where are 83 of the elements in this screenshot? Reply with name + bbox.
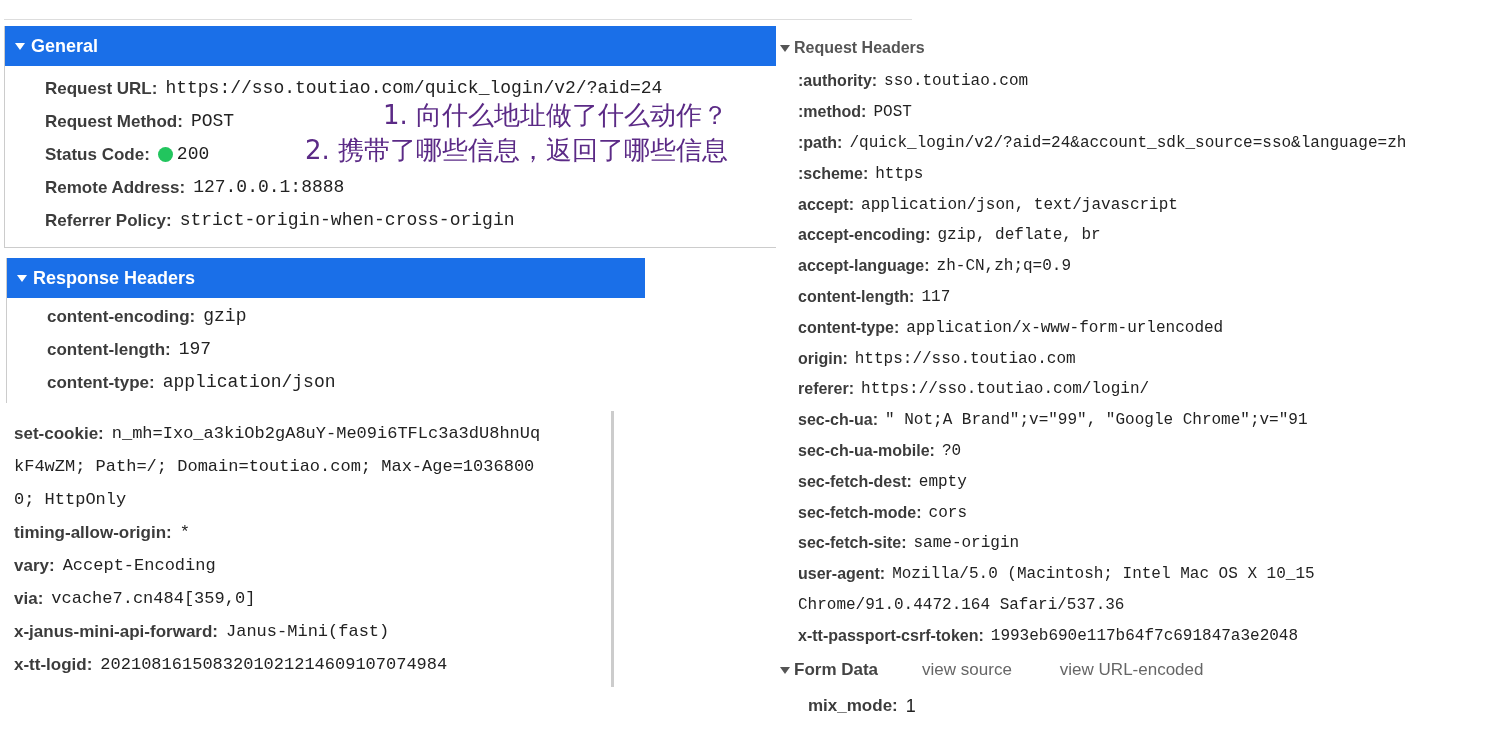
- header-value: ?0: [941, 440, 962, 462]
- header-value: 1993eb690e117b64f7c691847a3e2048: [990, 625, 1299, 647]
- header-name: :scheme:: [798, 163, 869, 184]
- annotation-text: 2. 携带了哪些信息，返回了哪些信息: [305, 134, 729, 167]
- header-name: content-type:: [47, 371, 155, 394]
- header-value: *: [179, 521, 190, 544]
- section-title: Form Data: [794, 659, 879, 682]
- header-name: sec-fetch-mode:: [798, 502, 922, 523]
- header-value: Accept-Encoding: [62, 554, 216, 577]
- header-name: :method:: [798, 102, 867, 123]
- header-name: set-cookie:: [14, 422, 104, 445]
- header-value: cors: [928, 502, 967, 524]
- header-value: 0; HttpOnly: [14, 488, 127, 511]
- section-header-bar[interactable]: Response Headers: [7, 258, 645, 298]
- header-value: sso.toutiao.com: [884, 71, 1029, 93]
- header-value: empty: [918, 471, 967, 493]
- header-value: 127.0.0.1:8888: [193, 176, 345, 199]
- annotation-text: 1. 向什么地址做了什么动作？: [383, 99, 729, 132]
- header-name: sec-fetch-dest:: [798, 471, 912, 492]
- header-value: application/x-www-form-urlencoded: [906, 317, 1224, 339]
- header-value: POST: [873, 102, 912, 124]
- expanded-triangle-icon[interactable]: [15, 41, 25, 51]
- header-value: POST: [190, 110, 235, 133]
- view-link[interactable]: view URL-encoded: [1059, 657, 1204, 683]
- header-value: Janus-Mini(fast): [226, 620, 390, 643]
- header-value: 2021081615083201021214609107074984: [100, 653, 448, 676]
- header-value: Chrome/91.0.4472.164 Safari/537.36: [798, 594, 1125, 616]
- header-value: https://sso.toutiao.com/login/: [861, 379, 1150, 401]
- header-value: https://sso.toutiao.com: [854, 348, 1076, 370]
- header-name: accept:: [798, 194, 855, 215]
- header-name: :path:: [798, 133, 843, 153]
- header-name: x-janus-mini-api-forward:: [14, 620, 218, 643]
- header-name: x-tt-logid:: [14, 653, 93, 676]
- header-name: content-length:: [798, 286, 915, 307]
- header-value: 1: [905, 694, 916, 718]
- section-title: Request Headers: [794, 38, 925, 58]
- header-value: n_mh=Ixo_a3kiOb2gA8uY-Me09i6TFLc3a3dU8hnUq: [111, 422, 541, 445]
- header-name: origin:: [798, 348, 848, 369]
- header-name: user-agent:: [798, 564, 886, 585]
- header-name: Remote Address:: [45, 176, 186, 199]
- header-name: content-length:: [47, 338, 171, 361]
- header-value: https: [875, 163, 924, 185]
- header-name: Request URL:: [45, 77, 158, 100]
- header-value: 200: [176, 143, 210, 166]
- header-value: 117: [921, 286, 951, 308]
- header-name: Referrer Policy:: [45, 209, 172, 232]
- header-value: 197: [178, 338, 212, 361]
- header-value: same-origin: [913, 533, 1020, 555]
- header-value: vcache7.cn484[359,0]: [51, 587, 256, 610]
- header-name: vary:: [14, 554, 55, 577]
- section-title: General: [31, 34, 99, 58]
- view-link[interactable]: view source: [922, 657, 1012, 683]
- header-name: referer:: [798, 379, 855, 400]
- header-value: strict-origin-when-cross-origin: [179, 209, 515, 232]
- header-name: accept-language:: [798, 256, 930, 277]
- header-value: zh-CN,zh;q=0.9: [936, 256, 1071, 278]
- header-value: " Not;A Brand";v="99", "Google Chrome";v="91: [885, 410, 1308, 432]
- section-header-bar[interactable]: General: [5, 26, 776, 66]
- header-name: sec-ch-ua:: [798, 410, 879, 431]
- expanded-triangle-icon[interactable]: [780, 664, 790, 675]
- header-name: content-type:: [798, 317, 900, 338]
- header-value: gzip, deflate, br: [937, 225, 1101, 247]
- header-name: x-tt-passport-csrf-token:: [798, 625, 984, 646]
- header-name: sec-fetch-site:: [798, 533, 907, 554]
- header-name: Request Method:: [45, 110, 183, 133]
- section-title: Response Headers: [33, 266, 196, 290]
- header-name: mix_mode:: [808, 695, 898, 718]
- expanded-triangle-icon[interactable]: [17, 273, 27, 283]
- expanded-triangle-icon[interactable]: [780, 43, 790, 53]
- header-value: kF4wZM; Path=/; Domain=toutiao.com; Max-Age=1036800: [14, 455, 535, 478]
- header-value: Mozilla/5.0 (Macintosh; Intel Mac OS X 10_15: [892, 564, 1315, 586]
- header-name: via:: [14, 587, 44, 610]
- header-value: gzip: [203, 305, 247, 328]
- header-name: timing-allow-origin:: [14, 521, 172, 544]
- header-value: https://sso.toutiao.com/quick_login/v2/?aid=24: [165, 77, 663, 100]
- header-name: :authority:: [798, 71, 878, 92]
- header-name: sec-ch-ua-mobile:: [798, 440, 935, 461]
- header-value: /quick_login/v2/?aid=24&account_sdk_source=sso&language=zh: [849, 133, 1407, 154]
- header-name: content-encoding:: [47, 305, 196, 328]
- header-value: application/json, text/javascript: [861, 194, 1178, 216]
- header-name: Status Code:: [45, 143, 150, 166]
- header-value: application/json: [162, 371, 336, 394]
- header-name: accept-encoding:: [798, 225, 931, 246]
